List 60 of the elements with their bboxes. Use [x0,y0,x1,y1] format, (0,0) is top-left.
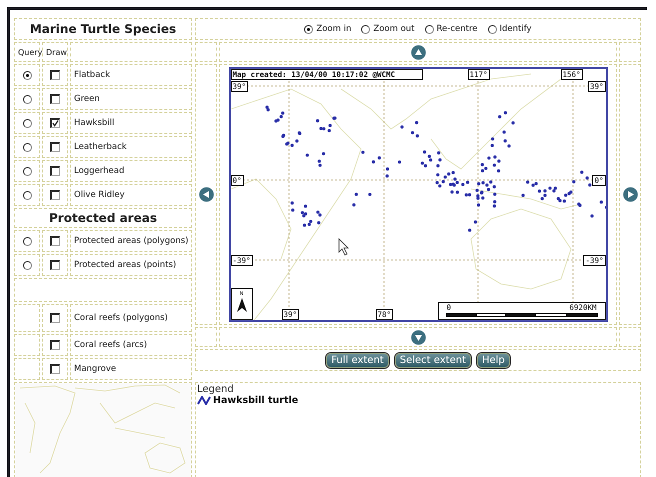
layer-label: Coral reefs (polygons) [73,313,168,323]
checkbox[interactable] [50,313,60,323]
layer-label: Loggerhead [73,166,124,176]
arrow-up-icon[interactable] [410,44,426,60]
radio-button[interactable] [22,166,32,176]
checkbox[interactable] [50,142,60,152]
column-header: Query [17,48,42,56]
radio-button[interactable] [22,142,32,152]
layer-label: Flatback [73,70,110,80]
checkbox[interactable] [50,94,60,104]
tool-label: Zoom in [316,24,352,34]
radio-button[interactable] [424,24,434,34]
north-arrow-icon [236,298,246,312]
legend-label: Hawksbill turtle [213,395,298,406]
empty-cell [619,327,641,347]
panel-title: Marine Turtle Species [30,22,176,36]
radio-button[interactable] [22,70,32,80]
line-symbol-icon [197,396,211,405]
checkbox[interactable] [50,190,60,200]
checkbox[interactable] [50,364,60,374]
radio-button[interactable] [488,24,496,34]
checkbox[interactable] [50,260,60,270]
empty-cell [14,358,40,380]
arrow-right-icon[interactable] [622,187,638,202]
radio-button[interactable] [22,94,32,104]
layer-label: Olive Ridley [73,190,125,200]
map-button[interactable]: Select extent [394,352,471,368]
empty-cell [619,42,641,62]
radio-button[interactable] [22,118,32,128]
arrow-left-icon[interactable] [198,187,214,202]
layer-label: Leatherback [73,142,127,152]
layer-label: Protected areas (points) [73,260,176,270]
column-header: Draw [45,48,67,56]
radio-button[interactable] [22,236,32,246]
layer-label: Green [73,94,100,104]
checkbox[interactable] [50,340,60,350]
tool-label: Identify [500,24,532,34]
radio-button[interactable] [22,190,32,200]
checkbox[interactable] [50,118,60,128]
layer-label: Mangrove [73,364,116,374]
empty-cell [195,42,217,62]
layer-label: Protected areas (polygons) [73,236,188,246]
empty-cell [14,334,40,356]
tool-label: Re-centre [436,24,478,34]
radio-button[interactable] [304,24,314,34]
legend-title: Legend [197,384,235,395]
checkbox[interactable] [50,166,60,176]
checkbox[interactable] [50,236,60,246]
tool-label: Zoom out [373,24,415,34]
empty-cell [14,304,40,332]
radio-button[interactable] [22,260,32,270]
layer-label: Hawksbill [73,118,114,128]
section-title: Protected areas [49,211,157,225]
map-button[interactable]: Full extent [326,352,389,368]
layer-label: Coral reefs (arcs) [73,340,148,350]
radio-button[interactable] [361,24,370,34]
map-button[interactable]: Help [476,352,510,368]
empty-cell [195,327,217,347]
checkbox[interactable] [50,70,60,80]
arrow-down-icon[interactable] [410,330,426,344]
